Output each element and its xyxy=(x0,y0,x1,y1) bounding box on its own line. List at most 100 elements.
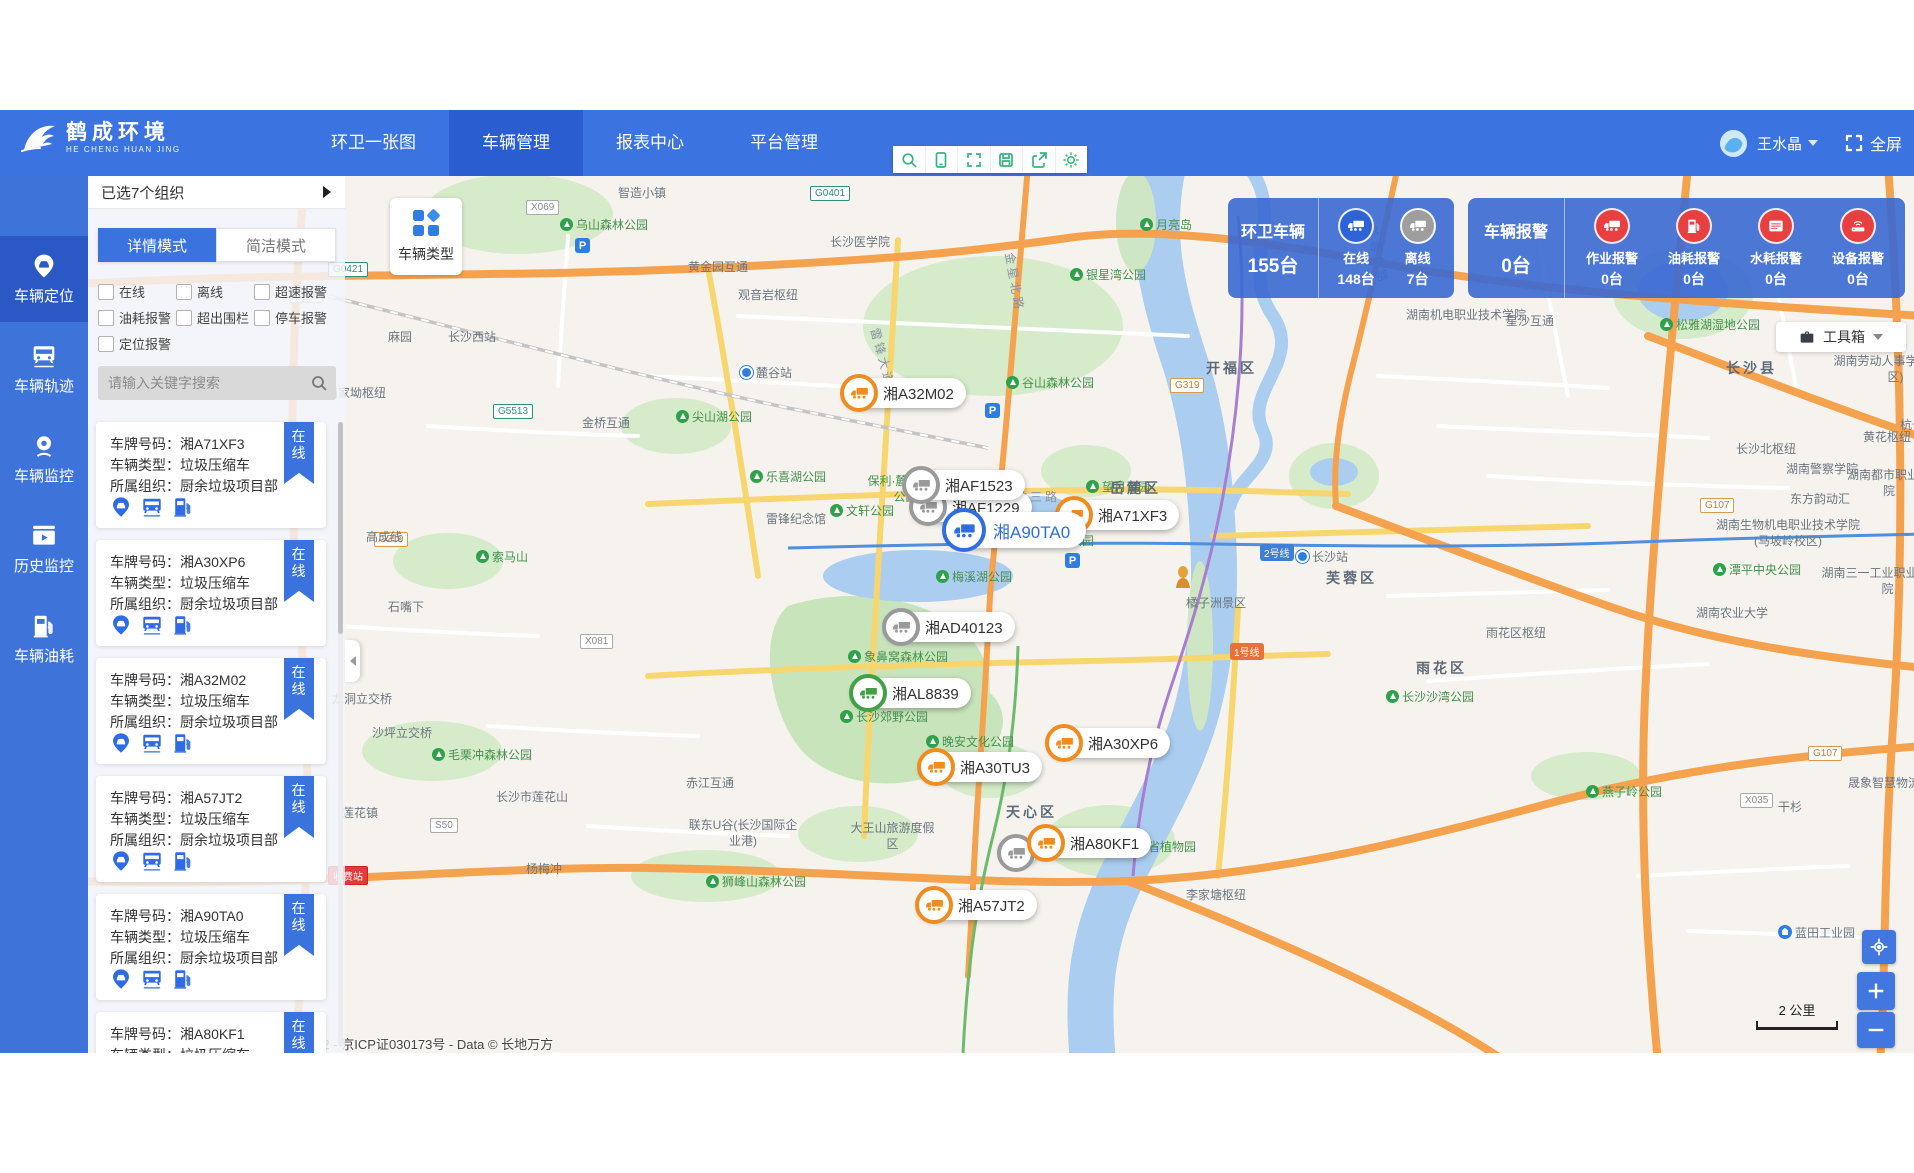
track-vehicle-icon[interactable] xyxy=(141,968,163,990)
map-label: 智造小镇 xyxy=(618,184,666,201)
vehicle-marker[interactable]: 湘A30TU3 xyxy=(920,752,1042,782)
map-canvas[interactable]: 芙蓉北路 金星北路 雷锋大道 枫林三路 G0401 X069 G0421 X07… xyxy=(88,176,1914,1053)
tab-simple-mode[interactable]: 简洁模式 xyxy=(216,228,336,262)
menu-item-report-center[interactable]: 报表中心 xyxy=(583,110,717,176)
fuel-vehicle-icon[interactable] xyxy=(172,850,194,872)
locate-vehicle-icon[interactable] xyxy=(110,614,132,636)
vehicle-marker[interactable]: 湘A32M02 xyxy=(843,378,966,408)
user-name[interactable]: 王水晶 xyxy=(1757,133,1802,154)
save-icon[interactable] xyxy=(991,146,1024,173)
tab-detail-mode[interactable]: 详情模式 xyxy=(98,228,216,262)
sidebar-item-history-monitor[interactable]: 历史监控 xyxy=(0,506,88,592)
locate-vehicle-icon[interactable] xyxy=(110,968,132,990)
map-label: 长沙北枢纽 xyxy=(1736,440,1796,457)
truck-icon xyxy=(882,608,920,646)
checkbox-icon[interactable] xyxy=(254,310,270,326)
truck-icon xyxy=(1045,724,1083,762)
map-label: 湖南机电职业技术学院 xyxy=(1406,308,1526,324)
toolbox-button[interactable]: 工具箱 xyxy=(1776,322,1906,352)
zoom-in-button[interactable] xyxy=(1857,972,1895,1010)
checkbox-icon[interactable] xyxy=(98,336,114,352)
checkbox-icon[interactable] xyxy=(98,310,114,326)
checkbox-icon[interactable] xyxy=(176,284,192,300)
track-vehicle-icon[interactable] xyxy=(141,496,163,518)
list-scrollbar-thumb[interactable] xyxy=(338,422,343,634)
sidebar-item-vehicle-location[interactable]: 车辆定位 xyxy=(0,236,88,322)
locate-button[interactable] xyxy=(1862,930,1896,964)
locate-vehicle-icon[interactable] xyxy=(110,850,132,872)
share-icon[interactable] xyxy=(1023,146,1056,173)
filter-offline[interactable]: 离线 xyxy=(176,282,223,301)
fuel-vehicle-icon[interactable] xyxy=(172,614,194,636)
vehicle-marker-selected[interactable]: 湘A90TA0 xyxy=(945,512,1086,548)
sidebar-item-fuel-consumption[interactable]: 车辆油耗 xyxy=(0,596,88,682)
vehicle-type-button[interactable]: 车辆类型 xyxy=(390,198,462,275)
map-label: 金桥互通 xyxy=(582,414,630,431)
map-label: 麓谷站 xyxy=(740,364,792,381)
checkbox-icon[interactable] xyxy=(254,284,270,300)
search-input[interactable] xyxy=(98,374,310,392)
filter-online[interactable]: 在线 xyxy=(98,282,145,301)
vehicle-marker[interactable]: 湘A57JT2 xyxy=(918,890,1037,920)
park-icon xyxy=(432,748,445,761)
district-label: 长沙县 xyxy=(1726,358,1777,378)
chevron-down-icon[interactable] xyxy=(1808,140,1818,146)
menu-item-platform-management[interactable]: 平台管理 xyxy=(717,110,851,176)
vehicle-marker[interactable]: 湘AL8839 xyxy=(852,678,971,708)
fuel-vehicle-icon[interactable] xyxy=(172,732,194,754)
vehicle-marker[interactable]: 湘AF1523 xyxy=(905,470,1025,500)
park-icon xyxy=(750,470,763,483)
track-vehicle-icon[interactable] xyxy=(141,732,163,754)
status-badge: 在线 xyxy=(284,540,314,602)
map-scale: 2 公里 xyxy=(1756,1000,1838,1030)
filter-location-alarm[interactable]: 定位报警 xyxy=(98,334,171,353)
vehicle-card[interactable]: 在线 车牌号码：湘A90TA0 车辆类型：垃圾压缩车 所属组织：厨余垃圾项目部 xyxy=(96,894,326,1000)
menu-item-vehicle-management[interactable]: 车辆管理 xyxy=(449,110,583,176)
sidebar-item-vehicle-monitor[interactable]: 车辆监控 xyxy=(0,416,88,502)
locate-vehicle-icon[interactable] xyxy=(110,732,132,754)
sidebar-item-vehicle-track[interactable]: 车辆轨迹 xyxy=(0,326,88,412)
map-label: 长沙郊野公园 xyxy=(840,708,928,725)
vehicle-marker[interactable]: 湘A80KF1 xyxy=(1030,828,1151,858)
org-selector[interactable]: 已选7个组织 xyxy=(88,176,345,209)
zoom-search-icon[interactable] xyxy=(893,146,926,173)
truck-icon xyxy=(942,508,986,552)
map-label: 沙坪立交桥 xyxy=(372,724,432,741)
checkbox-icon[interactable] xyxy=(176,310,192,326)
filter-parking-alarm[interactable]: 停车报警 xyxy=(254,308,327,327)
vehicle-card[interactable]: 在线 车牌号码：湘A30XP6 车辆类型：垃圾压缩车 所属组织：厨余垃圾项目部 xyxy=(96,540,326,646)
filter-speeding-alarm[interactable]: 超速报警 xyxy=(254,282,327,301)
checkbox-icon[interactable] xyxy=(98,284,114,300)
fuel-vehicle-icon[interactable] xyxy=(172,496,194,518)
filter-label: 超速报警 xyxy=(275,282,327,301)
zoom-out-button[interactable] xyxy=(1857,1012,1895,1048)
settings-gear-icon[interactable] xyxy=(1056,146,1088,173)
district-label: 芙蓉区 xyxy=(1326,568,1377,588)
panel-collapse-handle[interactable] xyxy=(345,640,360,682)
expand-icon[interactable] xyxy=(958,146,991,173)
vehicle-card[interactable]: 在线 车牌号码：湘A57JT2 车辆类型：垃圾压缩车 所属组织：厨余垃圾项目部 xyxy=(96,776,326,882)
park-icon xyxy=(840,710,853,723)
track-vehicle-icon[interactable] xyxy=(141,850,163,872)
vehicle-marker[interactable]: 湘A30XP6 xyxy=(1048,728,1170,758)
logo-icon xyxy=(18,120,58,154)
device-icon[interactable] xyxy=(926,146,959,173)
vehicle-card[interactable]: 在线 车牌号码：湘A80KF1 车辆类型：垃圾压缩车 所属组织：厨余垃圾项目部 xyxy=(96,1012,326,1053)
chevron-left-icon xyxy=(350,656,356,666)
map-label: 赤江互通 xyxy=(686,774,734,791)
vehicle-card[interactable]: 在线 车牌号码：湘A32M02 车辆类型：垃圾压缩车 所属组织：厨余垃圾项目部 xyxy=(96,658,326,764)
vehicle-marker[interactable]: 湘AD40123 xyxy=(885,612,1015,642)
avatar[interactable] xyxy=(1720,130,1747,157)
fullscreen-button[interactable]: 全屏 xyxy=(1844,131,1902,155)
filter-out-of-fence[interactable]: 超出围栏 xyxy=(176,308,249,327)
fuel-vehicle-icon[interactable] xyxy=(172,968,194,990)
expand-right-icon[interactable] xyxy=(323,186,331,198)
menu-item-overview[interactable]: 环卫一张图 xyxy=(298,110,449,176)
vehicle-card[interactable]: 在线 车牌号码：湘A71XF3 车辆类型：垃圾压缩车 所属组织：厨余垃圾项目部 xyxy=(96,422,326,528)
track-vehicle-icon[interactable] xyxy=(141,614,163,636)
filter-fuel-alarm[interactable]: 油耗报警 xyxy=(98,308,171,327)
scale-label: 2 公里 xyxy=(1756,1000,1838,1019)
truck-icon xyxy=(840,374,878,412)
locate-vehicle-icon[interactable] xyxy=(110,496,132,518)
search-icon[interactable] xyxy=(310,374,328,392)
